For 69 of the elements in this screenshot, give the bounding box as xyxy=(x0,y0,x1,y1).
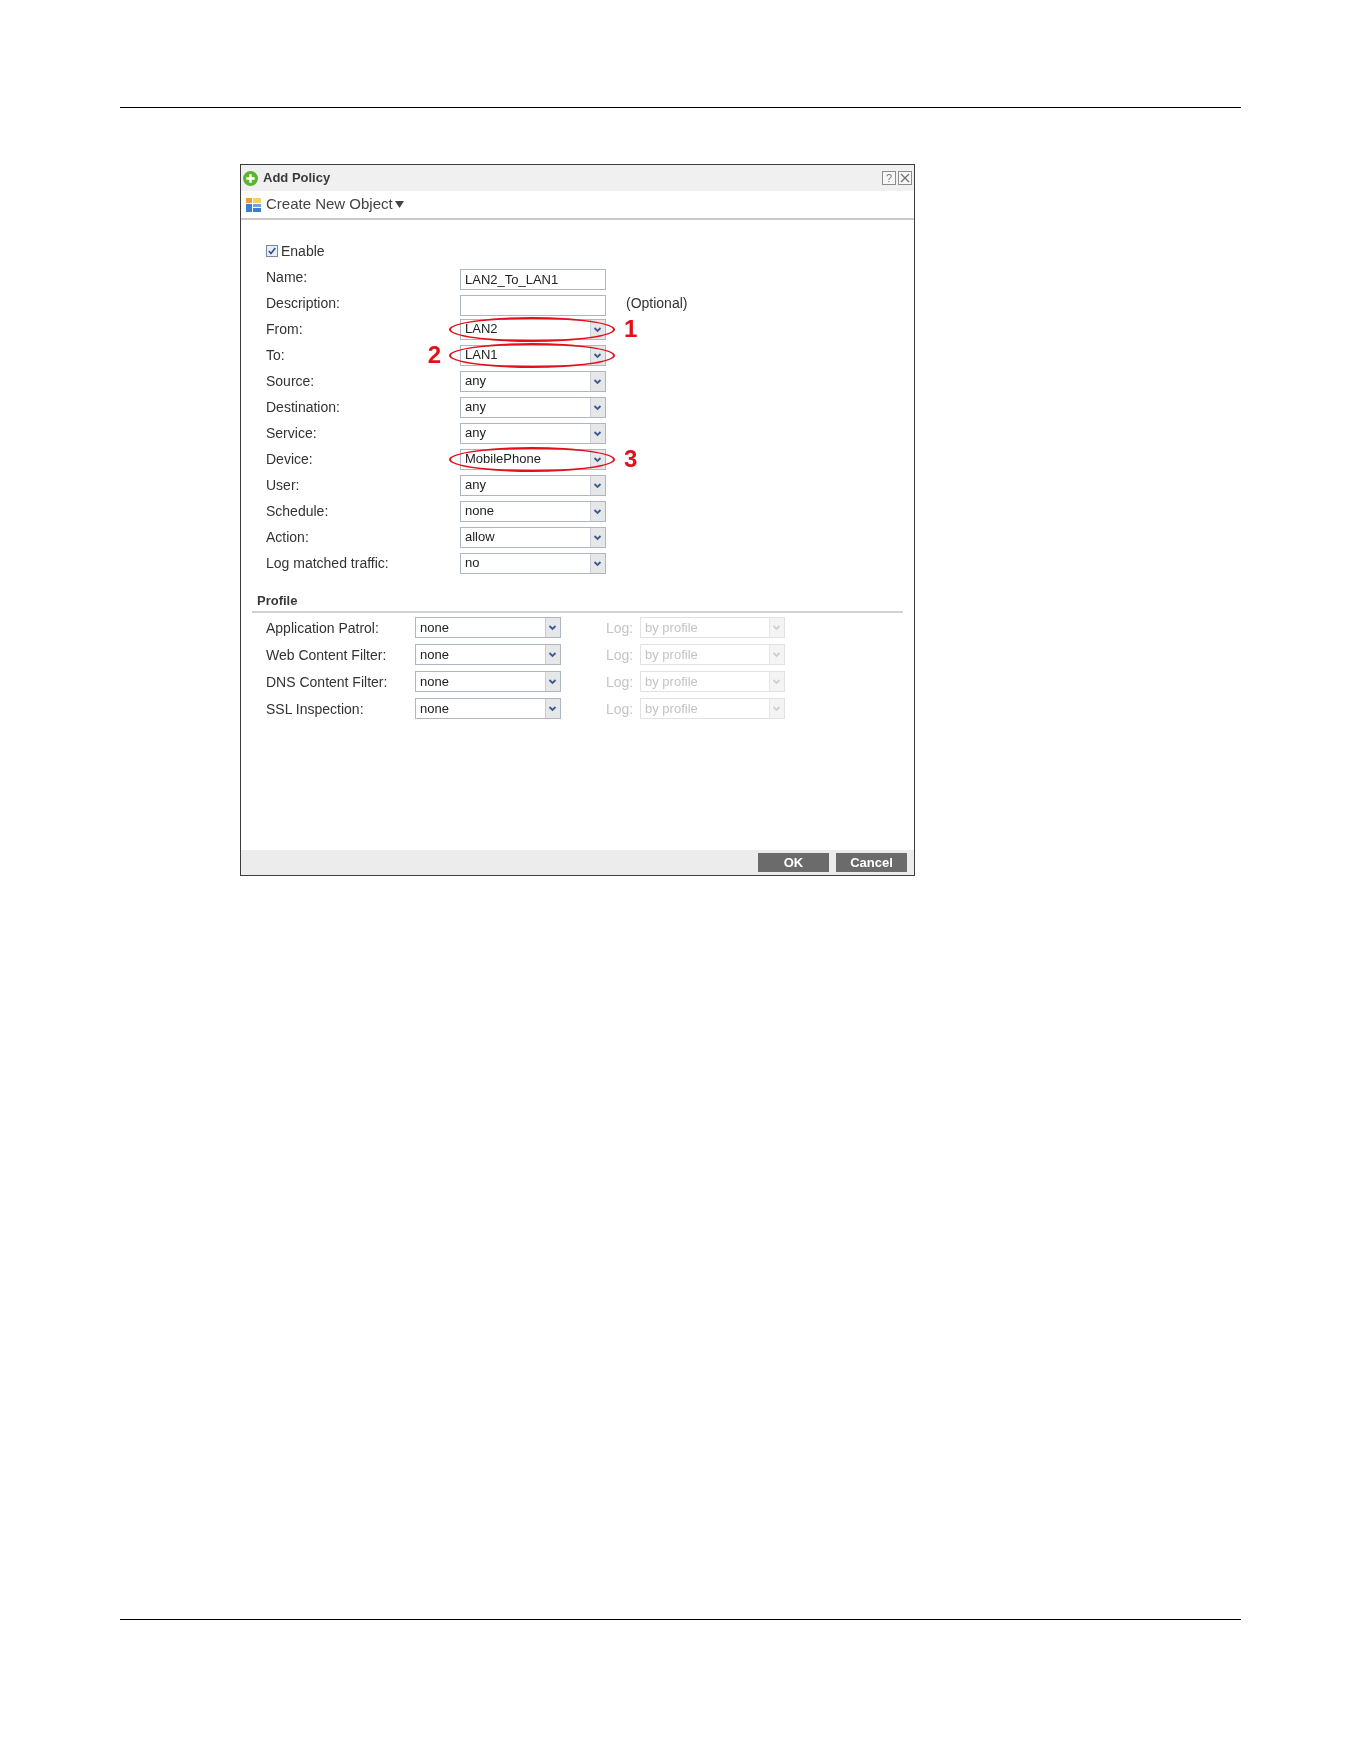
chevron-down-icon xyxy=(590,449,605,469)
field-label: Web Content Filter: xyxy=(266,646,387,663)
field-label: Application Patrol: xyxy=(266,619,379,636)
dropdown[interactable]: none xyxy=(415,698,561,719)
dropdown[interactable]: none xyxy=(460,500,606,522)
dropdown[interactable]: any xyxy=(460,474,606,496)
chevron-down-icon xyxy=(590,397,605,417)
field-label: Schedule: xyxy=(266,503,329,519)
field-label: DNS Content Filter: xyxy=(266,673,388,690)
dropdown[interactable]: none xyxy=(415,644,561,665)
dropdown[interactable]: no xyxy=(460,552,606,574)
object-grid-icon xyxy=(246,197,261,212)
log-label: Log: xyxy=(606,646,634,663)
close-icon[interactable] xyxy=(898,171,912,185)
dropdown[interactable]: LAN2 xyxy=(460,318,606,340)
dialog-title: Add Policy xyxy=(263,169,331,188)
log-label: Log: xyxy=(606,619,634,636)
dialog-button[interactable]: Cancel xyxy=(836,853,907,872)
log-label: Log: xyxy=(606,673,634,690)
annotation-number: 3 xyxy=(624,447,638,471)
log-label: Log: xyxy=(606,700,634,717)
field-label: Action: xyxy=(266,529,309,545)
chevron-down-icon xyxy=(769,699,784,718)
help-button[interactable]: ? xyxy=(882,171,896,185)
plus-circle-icon xyxy=(243,170,258,186)
chevron-down-icon xyxy=(545,699,560,718)
chevron-down-icon xyxy=(590,527,605,547)
dropdown[interactable]: MobilePhone xyxy=(460,448,606,470)
chevron-down-icon xyxy=(590,371,605,391)
chevron-down-icon xyxy=(590,475,605,495)
chevron-down-icon xyxy=(769,618,784,637)
text-field[interactable] xyxy=(460,294,606,316)
chevron-down-icon xyxy=(545,645,560,664)
dropdown[interactable]: LAN1 xyxy=(460,344,606,366)
dropdown[interactable]: any xyxy=(460,370,606,392)
dropdown[interactable]: any xyxy=(460,396,606,418)
checkbox-label: Enable xyxy=(281,241,325,261)
create-object-menu[interactable]: Create New Object xyxy=(246,193,404,216)
chevron-down-icon xyxy=(590,423,605,443)
chevron-down-icon xyxy=(590,553,605,573)
field-label: User: xyxy=(266,477,300,493)
chevron-down-icon xyxy=(590,345,605,365)
field-hint: (Optional) xyxy=(626,293,688,313)
field-label: To: xyxy=(266,347,285,363)
chevron-down-icon xyxy=(590,319,605,339)
annotation-number: 2 xyxy=(427,343,441,367)
dropdown[interactable]: any xyxy=(460,422,606,444)
field-label: Destination: xyxy=(266,399,340,415)
field-label: Name: xyxy=(266,269,308,285)
section-heading: Profile xyxy=(257,593,298,608)
field-label: Service: xyxy=(266,425,317,441)
chevron-down-icon xyxy=(545,672,560,691)
field-label: From: xyxy=(266,321,303,337)
chevron-down-icon xyxy=(545,618,560,637)
field-label: Description: xyxy=(266,295,340,311)
dropdown[interactable]: none xyxy=(415,617,561,638)
dropdown[interactable]: allow xyxy=(460,526,606,548)
chevron-down-icon xyxy=(590,501,605,521)
chevron-down-icon xyxy=(769,645,784,664)
field-label: Log matched traffic: xyxy=(266,555,389,571)
dropdown[interactable]: none xyxy=(415,671,561,692)
annotation-number: 1 xyxy=(624,317,638,341)
field-label: Device: xyxy=(266,451,313,467)
text-field[interactable]: LAN2_To_LAN1 xyxy=(460,268,606,290)
dialog-button[interactable]: OK xyxy=(758,853,829,872)
field-label: SSL Inspection: xyxy=(266,700,364,717)
checkbox[interactable] xyxy=(266,245,278,257)
chevron-down-icon xyxy=(769,672,784,691)
field-label: Source: xyxy=(266,373,315,389)
